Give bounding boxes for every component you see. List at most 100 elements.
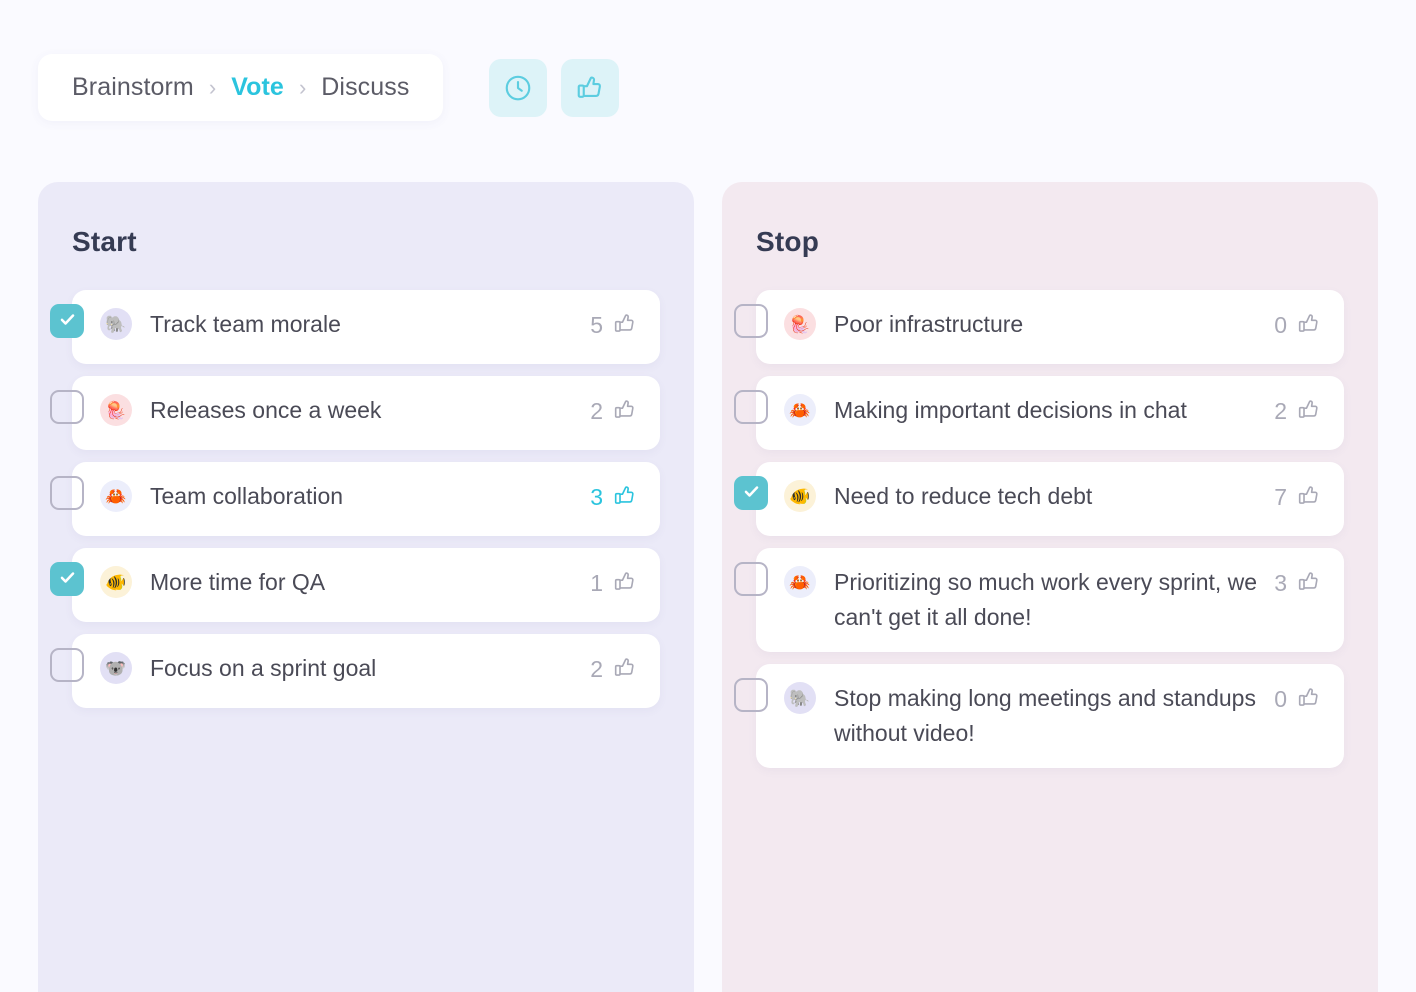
card-checkbox[interactable] (734, 390, 768, 424)
check-icon (58, 310, 77, 332)
vote-control[interactable]: 1 (590, 567, 638, 599)
card-row: 🪼 Releases once a week 2 (50, 376, 660, 450)
timer-button[interactable] (489, 58, 548, 117)
idea-card[interactable]: 🪼 Releases once a week 2 (72, 376, 660, 450)
vote-count: 3 (590, 484, 603, 510)
check-icon (58, 568, 77, 590)
vote-button[interactable] (561, 58, 620, 117)
idea-card[interactable]: 🐨 Focus on a sprint goal 2 (72, 634, 660, 708)
card-text: Track team morale (150, 311, 341, 337)
breadcrumb-item-vote[interactable]: Vote (231, 73, 284, 102)
thumbs-up-icon (1296, 483, 1322, 512)
idea-card[interactable]: 🦀 Prioritizing so much work every sprint,… (756, 548, 1344, 652)
idea-card[interactable]: 🐠 Need to reduce tech debt 7 (756, 462, 1344, 536)
vote-control[interactable]: 2 (590, 653, 638, 685)
card-checkbox[interactable] (50, 476, 84, 510)
thumbs-up-icon (1296, 311, 1322, 340)
card-row: 🐘 Stop making long meetings and standups … (734, 664, 1344, 768)
vote-count: 0 (1274, 312, 1287, 338)
card-row: 🐠 More time for QA 1 (50, 548, 660, 622)
card-text: More time for QA (150, 569, 326, 595)
crab-avatar: 🦀 (100, 480, 132, 512)
thumbs-up-icon (612, 483, 638, 512)
thumbs-up-icon (612, 655, 638, 684)
card-list: 🐘 Track team morale 5 🪼 Releases once a week… (50, 290, 660, 708)
card-checkbox[interactable] (734, 304, 768, 338)
card-checkbox[interactable] (50, 562, 84, 596)
column-title: Start (72, 226, 137, 257)
card-row: 🐠 Need to reduce tech debt 7 (734, 462, 1344, 536)
top-toolbar: Brainstorm › Vote › Discuss (38, 54, 620, 121)
koala-avatar: 🐨 (100, 652, 132, 684)
jellyfish-avatar: 🪼 (100, 394, 132, 426)
crab-avatar: 🦀 (784, 394, 816, 426)
idea-card[interactable]: 🐘 Track team morale 5 (72, 290, 660, 364)
card-text: Releases once a week (150, 397, 382, 423)
card-checkbox[interactable] (734, 678, 768, 712)
breadcrumb: Brainstorm › Vote › Discuss (38, 54, 444, 121)
breadcrumb-item-brainstorm[interactable]: Brainstorm (72, 73, 194, 102)
card-text: Poor infrastructure (834, 311, 1024, 337)
thumbs-up-icon (612, 311, 638, 340)
vote-count: 5 (590, 312, 603, 338)
vote-control[interactable]: 3 (1274, 567, 1322, 599)
vote-control[interactable]: 2 (590, 395, 638, 427)
vote-count: 2 (590, 398, 603, 424)
toolbar-actions (489, 58, 620, 117)
idea-card[interactable]: 🪼 Poor infrastructure 0 (756, 290, 1344, 364)
clock-icon (503, 73, 533, 103)
idea-card[interactable]: 🐘 Stop making long meetings and standups … (756, 664, 1344, 768)
thumbs-up-icon (575, 73, 605, 103)
card-text: Focus on a sprint goal (150, 655, 377, 681)
card-checkbox[interactable] (50, 648, 84, 682)
card-text: Need to reduce tech debt (834, 483, 1093, 509)
card-row: 🐘 Track team morale 5 (50, 290, 660, 364)
vote-count: 7 (1274, 484, 1287, 510)
card-text: Team collaboration (150, 483, 344, 509)
card-checkbox[interactable] (734, 476, 768, 510)
vote-count: 2 (1274, 398, 1287, 424)
thumbs-up-icon (1296, 569, 1322, 598)
vote-count: 0 (1274, 686, 1287, 712)
column-start: Start 🐘 Track team morale 5 🪼 Releases once a… (38, 182, 694, 992)
vote-control[interactable]: 3 (590, 481, 638, 513)
card-list: 🪼 Poor infrastructure 0 🦀 Making important d… (734, 290, 1344, 768)
card-checkbox[interactable] (50, 304, 84, 338)
card-checkbox[interactable] (50, 390, 84, 424)
vote-control[interactable]: 0 (1274, 309, 1322, 341)
vote-count: 2 (590, 656, 603, 682)
vote-control[interactable]: 5 (590, 309, 638, 341)
card-row: 🦀 Prioritizing so much work every sprint,… (734, 548, 1344, 652)
crab-avatar: 🦀 (784, 566, 816, 598)
app-root: Brainstorm › Vote › Discuss Start 🐘 Trac… (0, 0, 1416, 992)
card-text: Making important decisions in chat (834, 397, 1187, 423)
breadcrumb-separator: › (298, 74, 307, 100)
clownfish-avatar: 🐠 (100, 566, 132, 598)
breadcrumb-item-discuss[interactable]: Discuss (321, 73, 409, 102)
column-stop: Stop 🪼 Poor infrastructure 0 🦀 Making importa… (722, 182, 1378, 992)
thumbs-up-icon (1296, 397, 1322, 426)
elephant-avatar: 🐘 (100, 308, 132, 340)
clownfish-avatar: 🐠 (784, 480, 816, 512)
card-row: 🪼 Poor infrastructure 0 (734, 290, 1344, 364)
jellyfish-avatar: 🪼 (784, 308, 816, 340)
card-text: Prioritizing so much work every sprint, … (834, 569, 1258, 630)
card-text: Stop making long meetings and standups w… (834, 685, 1256, 746)
card-checkbox[interactable] (734, 562, 768, 596)
vote-control[interactable]: 2 (1274, 395, 1322, 427)
column-title: Stop (756, 226, 820, 257)
vote-control[interactable]: 0 (1274, 683, 1322, 715)
vote-control[interactable]: 7 (1274, 481, 1322, 513)
board-columns: Start 🐘 Track team morale 5 🪼 Releases once a… (38, 182, 1378, 992)
check-icon (742, 482, 761, 504)
idea-card[interactable]: 🦀 Making important decisions in chat 2 (756, 376, 1344, 450)
card-row: 🐨 Focus on a sprint goal 2 (50, 634, 660, 708)
idea-card[interactable]: 🦀 Team collaboration 3 (72, 462, 660, 536)
card-row: 🦀 Team collaboration 3 (50, 462, 660, 536)
vote-count: 3 (1274, 570, 1287, 596)
thumbs-up-icon (612, 397, 638, 426)
elephant-avatar: 🐘 (784, 682, 816, 714)
thumbs-up-icon (1296, 685, 1322, 714)
idea-card[interactable]: 🐠 More time for QA 1 (72, 548, 660, 622)
vote-count: 1 (590, 570, 603, 596)
